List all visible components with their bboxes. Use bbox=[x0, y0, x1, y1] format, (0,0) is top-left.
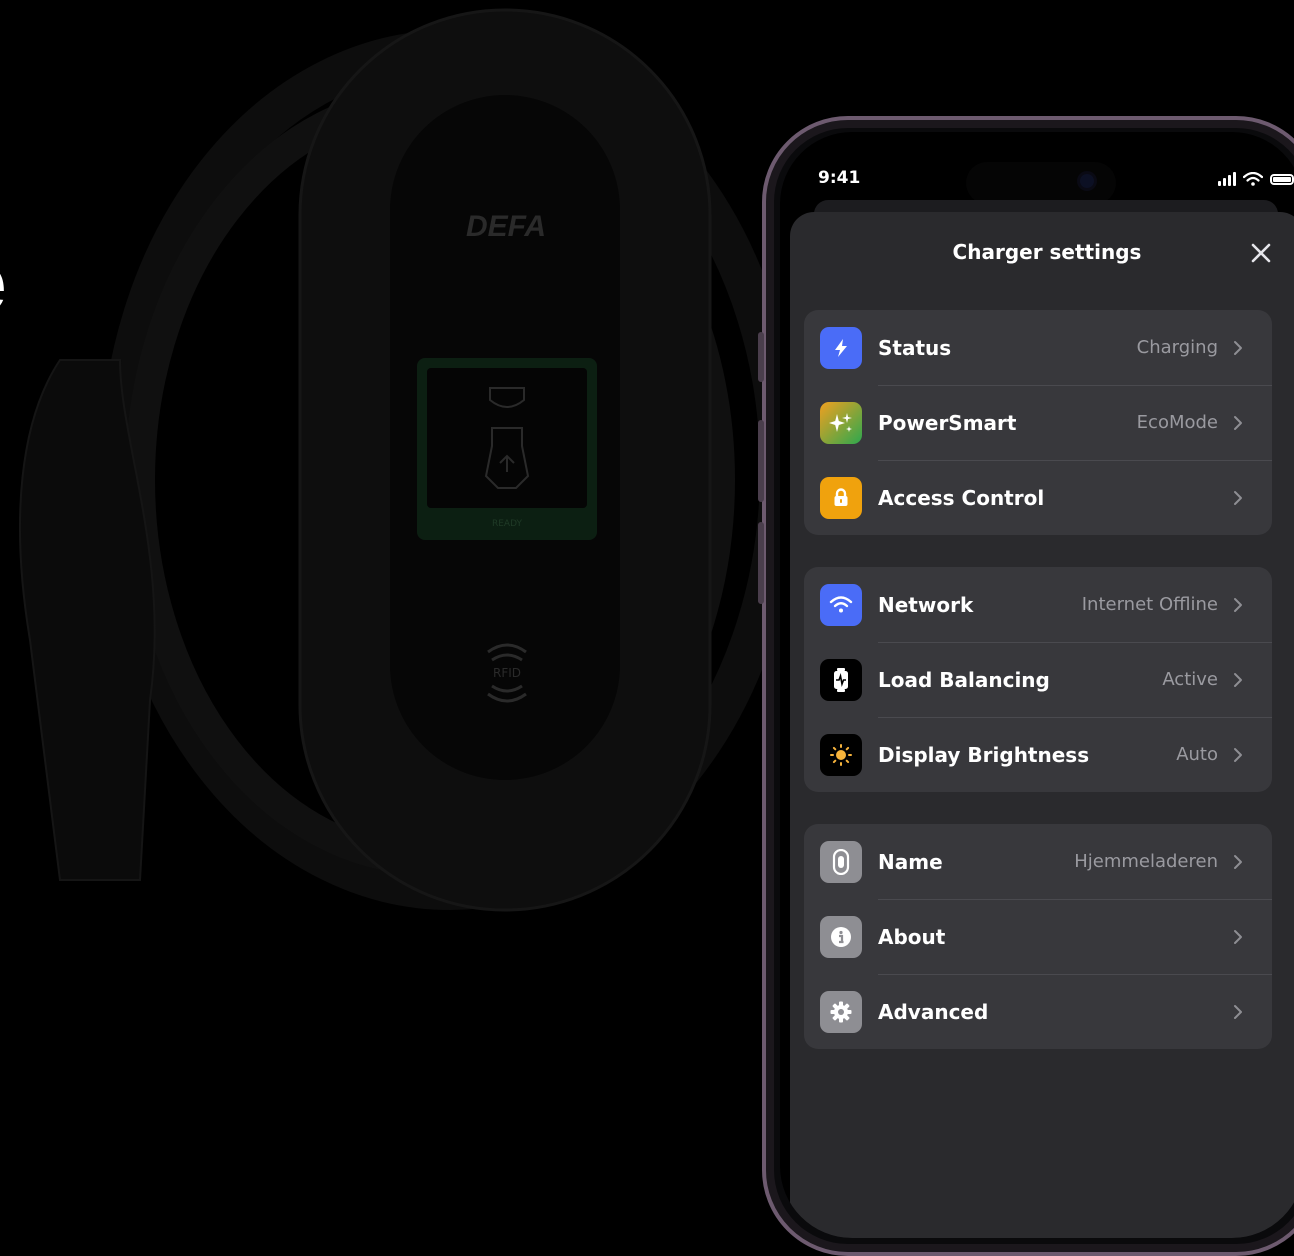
row-label: Name bbox=[878, 849, 943, 874]
row-label: Load Balancing bbox=[878, 667, 1050, 692]
chevron-right-icon bbox=[1234, 672, 1242, 687]
row-value: Active bbox=[1162, 669, 1218, 690]
status-time: 9:41 bbox=[818, 168, 861, 188]
charger-product-image: DEFA READY RFID bbox=[19, 8, 780, 912]
settings-row-display-brightness[interactable]: Display Brightness Auto bbox=[804, 717, 1272, 792]
row-label: About bbox=[878, 924, 946, 949]
chevron-right-icon bbox=[1234, 597, 1242, 612]
row-label: Network bbox=[878, 592, 974, 617]
row-value: Internet Offline bbox=[1081, 594, 1218, 615]
settings-row-status[interactable]: Status Charging bbox=[804, 310, 1272, 385]
chevron-right-icon bbox=[1234, 1004, 1242, 1019]
charger-settings-sheet: Charger settings Status Charging PowerSm… bbox=[790, 212, 1294, 1238]
row-label: Advanced bbox=[878, 999, 989, 1024]
gear-icon bbox=[820, 990, 862, 1033]
settings-group-charging: Status Charging PowerSmart EcoMode Acces… bbox=[804, 310, 1272, 535]
charger-icon bbox=[820, 840, 862, 883]
settings-row-powersmart[interactable]: PowerSmart EcoMode bbox=[804, 385, 1272, 460]
charger-brand-logo: DEFA bbox=[466, 210, 546, 243]
phone-frame: 9:41 Charger settings Status Charging Po… bbox=[758, 116, 1294, 1256]
row-label: Access Control bbox=[878, 485, 1045, 510]
lightning-icon bbox=[820, 326, 862, 369]
signal-icon bbox=[1218, 172, 1236, 186]
phone-screen: 9:41 Charger settings Status Charging Po… bbox=[780, 132, 1294, 1238]
lock-icon bbox=[820, 476, 862, 519]
battery-icon bbox=[1270, 173, 1294, 185]
settings-row-access-control[interactable]: Access Control bbox=[804, 460, 1272, 535]
sparkles-icon bbox=[820, 401, 862, 444]
settings-row-network[interactable]: Network Internet Offline bbox=[804, 567, 1272, 642]
settings-group-network: Network Internet Offline Load Balancing … bbox=[804, 567, 1272, 792]
settings-group-device: Name Hjemmeladeren About Advanced bbox=[804, 824, 1272, 1049]
chevron-right-icon bbox=[1234, 929, 1242, 944]
close-icon[interactable] bbox=[1248, 240, 1274, 266]
row-value: EcoMode bbox=[1136, 412, 1218, 433]
camera-icon bbox=[1080, 174, 1094, 188]
row-value: Auto bbox=[1176, 744, 1218, 765]
chevron-right-icon bbox=[1234, 490, 1242, 505]
charger-rfid-label: RFID bbox=[493, 666, 521, 680]
settings-row-name[interactable]: Name Hjemmeladeren bbox=[804, 824, 1272, 899]
phone-side-button bbox=[758, 522, 764, 604]
row-label: Display Brightness bbox=[878, 742, 1090, 767]
settings-row-load-balancing[interactable]: Load Balancing Active bbox=[804, 642, 1272, 717]
row-label: PowerSmart bbox=[878, 410, 1017, 435]
info-icon bbox=[820, 915, 862, 958]
settings-row-about[interactable]: About bbox=[804, 899, 1272, 974]
charger-ready-label: READY bbox=[492, 519, 523, 529]
wifi-status-icon bbox=[1243, 172, 1263, 186]
sun-icon bbox=[820, 733, 862, 776]
chevron-right-icon bbox=[1234, 747, 1242, 762]
load-balancing-icon bbox=[820, 658, 862, 701]
phone-side-button bbox=[758, 420, 764, 502]
chevron-right-icon bbox=[1234, 854, 1242, 869]
row-value: Charging bbox=[1136, 337, 1218, 358]
phone-side-button bbox=[758, 332, 764, 382]
chevron-right-icon bbox=[1234, 415, 1242, 430]
sheet-title: Charger settings bbox=[952, 240, 1142, 264]
wifi-icon bbox=[820, 583, 862, 626]
chevron-right-icon bbox=[1234, 340, 1242, 355]
row-label: Status bbox=[878, 335, 952, 360]
row-value: Hjemmeladeren bbox=[1074, 851, 1218, 872]
settings-row-advanced[interactable]: Advanced bbox=[804, 974, 1272, 1049]
